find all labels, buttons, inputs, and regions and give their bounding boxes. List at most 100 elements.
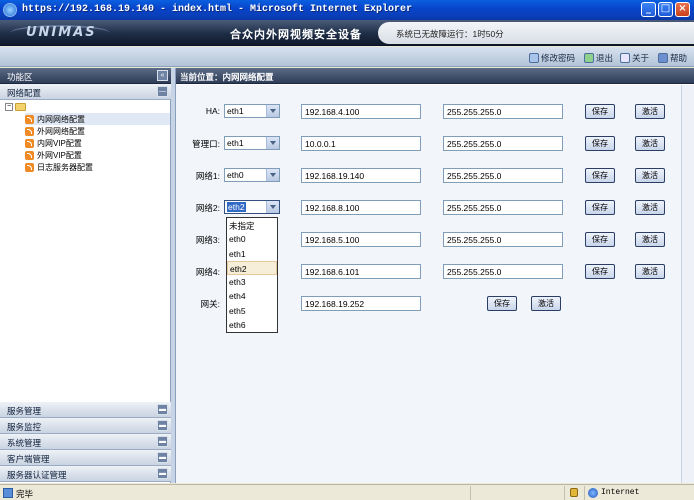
dropdown-option[interactable]: eth1 xyxy=(227,247,277,261)
vertical-scrollbar[interactable] xyxy=(681,85,694,483)
menu-client-management[interactable]: 客户端管理 ▬ xyxy=(0,450,171,466)
globe-icon xyxy=(588,488,598,498)
collapse-section-icon[interactable]: — xyxy=(157,86,168,97)
chevron-down-icon[interactable] xyxy=(266,137,279,149)
subnet-mask-input[interactable]: 255.255.255.0 xyxy=(443,200,563,215)
ip-address-input[interactable]: 192.168.6.101 xyxy=(301,264,421,279)
row-label: 网络4: xyxy=(195,267,220,277)
expand-icon[interactable]: ▬ xyxy=(157,452,168,463)
app-header: UNIMAS 合众内外网视频安全设备 系统已无故障运行：1时50分 xyxy=(0,20,694,46)
expand-icon[interactable]: ▬ xyxy=(157,436,168,447)
expand-icon[interactable]: ▬ xyxy=(157,420,168,431)
menu-system-management[interactable]: 系统管理 ▬ xyxy=(0,434,171,450)
menu-service-monitor[interactable]: 服务监控 ▬ xyxy=(0,418,171,434)
row-label: 网关: xyxy=(200,299,220,309)
tree-item-external-network[interactable]: 外网网络配置 xyxy=(25,125,170,137)
chevron-down-icon[interactable] xyxy=(266,201,279,213)
row-label: 管理口: xyxy=(192,139,220,149)
subnet-mask-input[interactable]: 255.255.255.0 xyxy=(443,168,563,183)
subnet-mask-input[interactable]: 255.255.255.0 xyxy=(443,136,563,151)
rss-icon xyxy=(25,162,34,172)
tree-expand-icon[interactable]: − xyxy=(5,103,13,111)
activate-button[interactable]: 激活 xyxy=(635,232,665,247)
menu-label: 服务器认证管理 xyxy=(7,470,67,480)
status-cell xyxy=(470,486,564,500)
ip-address-input[interactable]: 192.168.5.100 xyxy=(301,232,421,247)
subnet-mask-input[interactable]: 255.255.255.0 xyxy=(443,232,563,247)
sidebar: 功能区 « 网络配置 — − 内网网络配置 外网网络配置 内网VIP配置 外网V… xyxy=(0,68,171,483)
subnet-mask-input[interactable]: 255.255.255.0 xyxy=(443,104,563,119)
expand-icon[interactable]: ▬ xyxy=(157,404,168,415)
interface-select[interactable]: eth1 xyxy=(224,136,280,150)
dropdown-option-highlighted[interactable]: eth2 xyxy=(227,260,277,276)
about-label: 关于 xyxy=(632,52,650,63)
subnet-mask-input[interactable]: 255.255.255.0 xyxy=(443,264,563,279)
save-button[interactable]: 保存 xyxy=(585,264,615,279)
menu-label: 系统管理 xyxy=(7,438,42,448)
tree-item-log-server[interactable]: 日志服务器配置 xyxy=(25,161,170,173)
activate-button[interactable]: 激活 xyxy=(635,104,665,119)
menu-label: 服务监控 xyxy=(7,422,42,432)
dropdown-option[interactable]: eth0 xyxy=(227,232,277,246)
collapse-sidebar-icon[interactable]: « xyxy=(157,70,168,81)
minimize-button[interactable]: _ xyxy=(641,2,656,17)
expand-icon[interactable]: ▬ xyxy=(157,468,168,479)
about-link[interactable]: 关于 xyxy=(620,51,649,64)
close-button[interactable]: × xyxy=(675,2,690,17)
tree-item-internal-network[interactable]: 内网网络配置 xyxy=(25,113,170,125)
page-icon xyxy=(3,488,13,498)
info-icon xyxy=(620,52,630,63)
change-password-link[interactable]: 修改密码 xyxy=(529,51,575,64)
save-button[interactable]: 保存 xyxy=(585,232,615,247)
maximize-button[interactable]: □ xyxy=(658,2,673,17)
logout-label: 退出 xyxy=(596,52,614,63)
ip-address-input[interactable]: 192.168.4.100 xyxy=(301,104,421,119)
help-icon xyxy=(658,52,668,63)
menu-server-auth-management[interactable]: 服务器认证管理 ▬ xyxy=(0,466,171,482)
save-button[interactable]: 保存 xyxy=(585,104,615,119)
activate-button[interactable]: 激活 xyxy=(635,168,665,183)
zone-label: Internet xyxy=(601,488,640,497)
status-bar: 完毕 Internet xyxy=(0,484,694,500)
rss-icon xyxy=(25,138,34,148)
activate-button[interactable]: 激活 xyxy=(531,296,561,311)
save-button[interactable]: 保存 xyxy=(585,136,615,151)
activate-button[interactable]: 激活 xyxy=(635,136,665,151)
tree-item-label: 日志服务器配置 xyxy=(37,162,93,172)
select-value: eth0 xyxy=(227,170,244,180)
key-icon xyxy=(529,52,539,63)
ip-address-input[interactable]: 192.168.19.140 xyxy=(301,168,421,183)
interface-select[interactable]: eth1 xyxy=(224,104,280,118)
tree-item-external-vip[interactable]: 外网VIP配置 xyxy=(25,149,170,161)
network-config-header[interactable]: 网络配置 — xyxy=(0,84,171,100)
folder-icon xyxy=(15,103,26,111)
menu-label: 服务管理 xyxy=(7,406,42,416)
ip-address-input[interactable]: 192.168.8.100 xyxy=(301,200,421,215)
interface-select[interactable]: eth2 xyxy=(224,200,280,214)
help-label: 帮助 xyxy=(670,52,688,63)
ie-logo-icon xyxy=(3,3,17,17)
ip-address-input[interactable]: 10.0.0.1 xyxy=(301,136,421,151)
gateway-input[interactable]: 192.168.19.252 xyxy=(301,296,421,311)
save-button[interactable]: 保存 xyxy=(487,296,517,311)
interface-select[interactable]: eth0 xyxy=(224,168,280,182)
menu-service-management[interactable]: 服务管理 ▬ xyxy=(0,402,171,418)
select-value: eth1 xyxy=(227,106,244,116)
dropdown-option[interactable]: eth6 xyxy=(227,318,277,332)
dropdown-option[interactable]: eth3 xyxy=(227,275,277,289)
dropdown-option[interactable]: eth5 xyxy=(227,304,277,318)
activate-button[interactable]: 激活 xyxy=(635,200,665,215)
help-link[interactable]: 帮助 xyxy=(658,51,687,64)
tree-item-internal-vip[interactable]: 内网VIP配置 xyxy=(25,137,170,149)
save-button[interactable]: 保存 xyxy=(585,200,615,215)
dropdown-option[interactable]: 未指定 xyxy=(227,218,277,232)
save-button[interactable]: 保存 xyxy=(585,168,615,183)
dropdown-option[interactable]: eth4 xyxy=(227,289,277,303)
config-row-management: 管理口: eth1 10.0.0.1 255.255.255.0 保存 激活 xyxy=(176,130,681,158)
activate-button[interactable]: 激活 xyxy=(635,264,665,279)
uptime-status: 系统已无故障运行：1时50分 xyxy=(378,22,694,44)
tree-item-label: 外网VIP配置 xyxy=(37,150,82,160)
chevron-down-icon[interactable] xyxy=(266,169,279,181)
chevron-down-icon[interactable] xyxy=(266,105,279,117)
logout-link[interactable]: 退出 xyxy=(584,51,613,64)
